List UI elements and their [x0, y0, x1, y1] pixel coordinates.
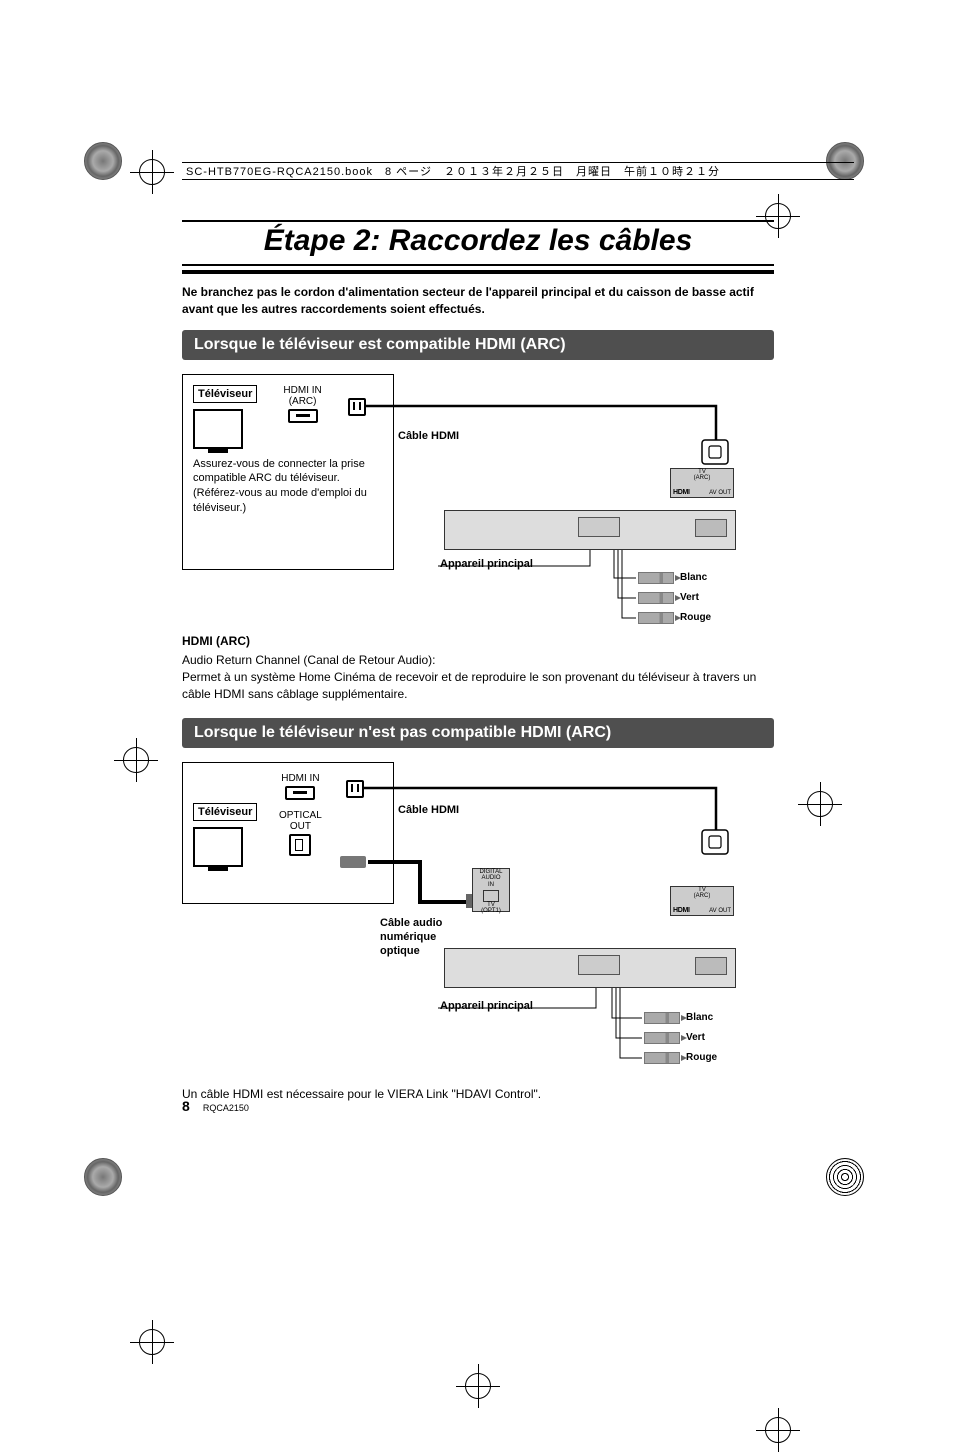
registration-mark-bl	[130, 1320, 174, 1364]
cable-hdmi-label-2: Câble HDMI	[398, 804, 459, 816]
intro-warning: Ne branchez pas le cordon d'alimentation…	[182, 284, 774, 318]
print-meta-line: SC-HTB770EG-RQCA2150.book 8 ページ ２０１３年２月２…	[182, 162, 854, 180]
page-number: 8	[182, 1098, 190, 1114]
registration-mark-br	[756, 1408, 800, 1452]
title-rule-bottom	[182, 264, 774, 274]
registration-mark-bc	[456, 1364, 500, 1408]
diagram-noarc: Téléviseur HDMI IN OPTICAL OUT	[182, 762, 774, 1082]
cable-hdmi-label: Câble HDMI	[398, 430, 459, 442]
page-title: Étape 2: Raccordez les câbles	[182, 224, 774, 258]
section2-footnote: Un câble HDMI est nécessaire pour le VIE…	[182, 1086, 774, 1103]
registration-mark-mr	[798, 782, 842, 826]
device-back-hdmi-block: TV(ARC) HDMI AV OUT	[670, 468, 734, 498]
hdmi-logo: HDMI	[673, 489, 690, 496]
main-device-box-2	[444, 948, 736, 988]
plug-green: Vert	[638, 592, 699, 604]
plug-red-2: Rouge	[644, 1052, 717, 1064]
plug-white: Blanc	[638, 572, 707, 584]
plug-white-2: Blanc	[644, 1012, 713, 1024]
crop-mark-tl	[84, 142, 122, 180]
crop-mark-br	[826, 1158, 864, 1196]
main-device-box	[444, 510, 736, 550]
section2-heading: Lorsque le téléviseur n'est pas compatib…	[182, 718, 774, 748]
device-hdmi-out-icon	[695, 519, 727, 537]
tv-opt-text: TV(OPT1)	[473, 902, 509, 914]
title-rule-top	[182, 220, 774, 222]
device-hdmi-out-icon-2	[695, 957, 727, 975]
device-back-digital-block: DIGITAL AUDIO IN TV(OPT1)	[472, 868, 510, 912]
hdmi-arc-line2: Permet à un système Home Cinéma de recev…	[182, 669, 774, 704]
device-label: Appareil principal	[440, 558, 533, 570]
registration-mark-tl	[130, 150, 174, 194]
device-jacks-icon-2	[578, 955, 620, 975]
cable-optical-label: Câble audio numérique optique	[380, 916, 442, 959]
av-out-text-2: AV OUT	[709, 908, 731, 914]
doc-code: RQCA2150	[203, 1103, 249, 1113]
device-label-2: Appareil principal	[440, 1000, 533, 1012]
back-tv-text-2: TV(ARC)	[671, 887, 733, 899]
section1-heading: Lorsque le téléviseur est compatible HDM…	[182, 330, 774, 360]
device-jacks-icon	[578, 517, 620, 537]
crop-mark-bl	[84, 1158, 122, 1196]
print-meta-text: SC-HTB770EG-RQCA2150.book 8 ページ ２０１３年２月２…	[186, 163, 720, 179]
av-out-text: AV OUT	[709, 490, 731, 496]
hdmi-arc-heading: HDMI (ARC)	[182, 634, 774, 648]
page-footer: 8 RQCA2150	[182, 1098, 249, 1114]
device-back-hdmi-block-2: TV(ARC) HDMI AV OUT	[670, 886, 734, 916]
registration-mark-ml	[114, 738, 158, 782]
hdmi-arc-line1: Audio Return Channel (Canal de Retour Au…	[182, 652, 774, 669]
hdmi-logo-2: HDMI	[673, 907, 690, 914]
plug-red: Rouge	[638, 612, 711, 624]
diagram-arc: Téléviseur HDMI IN (ARC) Assurez-vous de…	[182, 374, 774, 634]
digital-in-text: DIGITAL AUDIO IN	[473, 869, 509, 889]
plug-green-2: Vert	[644, 1032, 705, 1044]
back-tv-text: TV(ARC)	[671, 469, 733, 481]
